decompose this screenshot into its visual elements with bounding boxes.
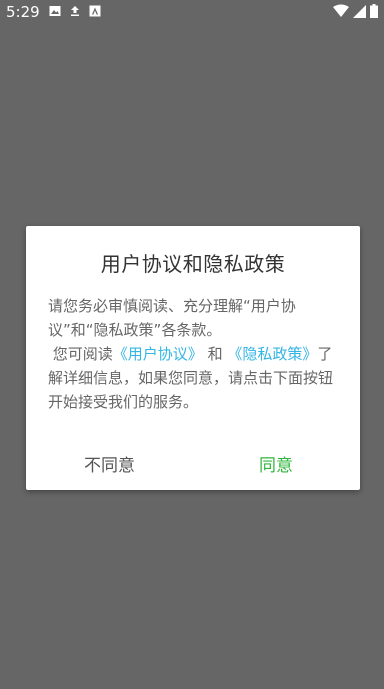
dialog-body: 请您务必审慎阅读、充分理解“用户协议”和“隐私政策”各条款。 您可阅读《用户协议…: [48, 294, 344, 414]
agree-button[interactable]: 同意: [259, 451, 293, 476]
signal-icon: [353, 4, 366, 22]
notification-icons: [49, 5, 101, 17]
upload-icon: [69, 5, 81, 17]
wifi-icon: [333, 4, 349, 22]
system-icons: [333, 4, 378, 22]
body-paragraph-2: 您可阅读《用户协议》 和 《隐私政策》了解详细信息，如果您同意，请点击下面按钮开…: [48, 342, 344, 414]
body-paragraph-1: 请您务必审慎阅读、充分理解“用户协议”和“隐私政策”各条款。: [48, 297, 296, 339]
battery-icon: [370, 4, 378, 22]
p2-prefix: 您可阅读: [48, 345, 113, 363]
p2-and: 和: [207, 345, 223, 363]
user-agreement-link[interactable]: 《用户协议》: [113, 345, 203, 363]
image-icon: [49, 5, 61, 17]
agreement-dialog: 用户协议和隐私政策 请您务必审慎阅读、充分理解“用户协议”和“隐私政策”各条款。…: [26, 226, 360, 490]
status-bar: 5:29: [0, 0, 384, 24]
dialog-title: 用户协议和隐私政策: [100, 252, 286, 276]
status-time: 5:29: [6, 3, 40, 21]
privacy-policy-link[interactable]: 《隐私政策》: [227, 345, 317, 363]
disagree-button[interactable]: 不同意: [84, 451, 135, 476]
app-icon: [89, 5, 101, 17]
